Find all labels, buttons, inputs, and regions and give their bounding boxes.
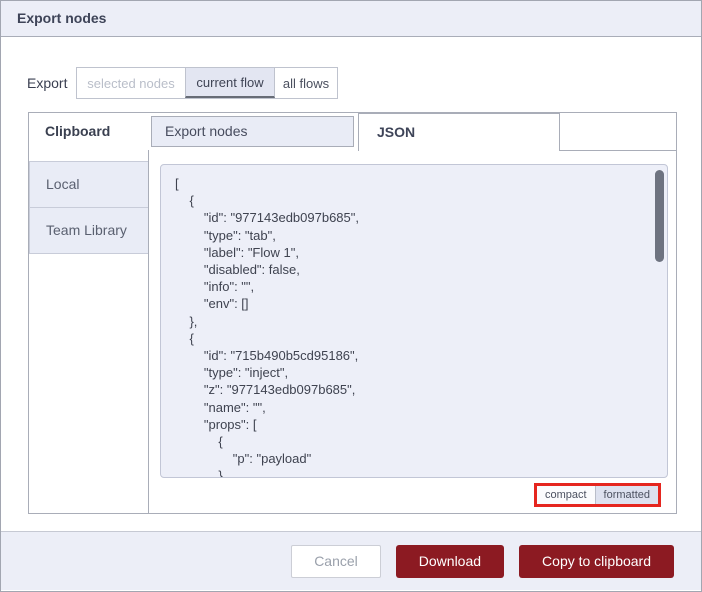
- tab-export-nodes[interactable]: Export nodes: [151, 116, 354, 147]
- json-tab-content: [ { "id": "977143edb097b685", "type": "t…: [150, 151, 676, 513]
- tab-json[interactable]: JSON: [358, 113, 560, 151]
- copy-to-clipboard-button[interactable]: Copy to clipboard: [519, 544, 674, 578]
- tab-clipboard[interactable]: Clipboard: [29, 113, 111, 150]
- export-dialog: Export nodes Export selected nodes curre…: [0, 0, 702, 592]
- formatted-button[interactable]: formatted: [595, 486, 658, 504]
- option-selected-nodes[interactable]: selected nodes: [77, 68, 185, 98]
- compact-button[interactable]: compact: [536, 486, 596, 504]
- sidebar-item-local[interactable]: Local: [29, 161, 148, 208]
- export-panel: Clipboard Export nodes JSON Local Team L…: [28, 112, 677, 514]
- format-toggle-highlight: compact formatted: [533, 483, 661, 507]
- scrollbar-thumb[interactable]: [655, 170, 664, 262]
- dialog-footer: Cancel Download Copy to clipboard: [1, 531, 701, 590]
- export-scope-label: Export: [27, 75, 68, 91]
- export-scope-toggle: selected nodes current flow all flows: [76, 67, 338, 99]
- library-sidebar: Local Team Library: [29, 150, 149, 513]
- json-editor-text[interactable]: [ { "id": "977143edb097b685", "type": "t…: [161, 165, 667, 477]
- json-editor[interactable]: [ { "id": "977143edb097b685", "type": "t…: [160, 164, 668, 478]
- download-button[interactable]: Download: [395, 544, 505, 578]
- option-all-flows[interactable]: all flows: [275, 68, 337, 98]
- dialog-title: Export nodes: [1, 1, 701, 37]
- cancel-button[interactable]: Cancel: [291, 544, 381, 578]
- option-current-flow[interactable]: current flow: [185, 68, 275, 98]
- sidebar-item-team-library[interactable]: Team Library: [29, 207, 148, 254]
